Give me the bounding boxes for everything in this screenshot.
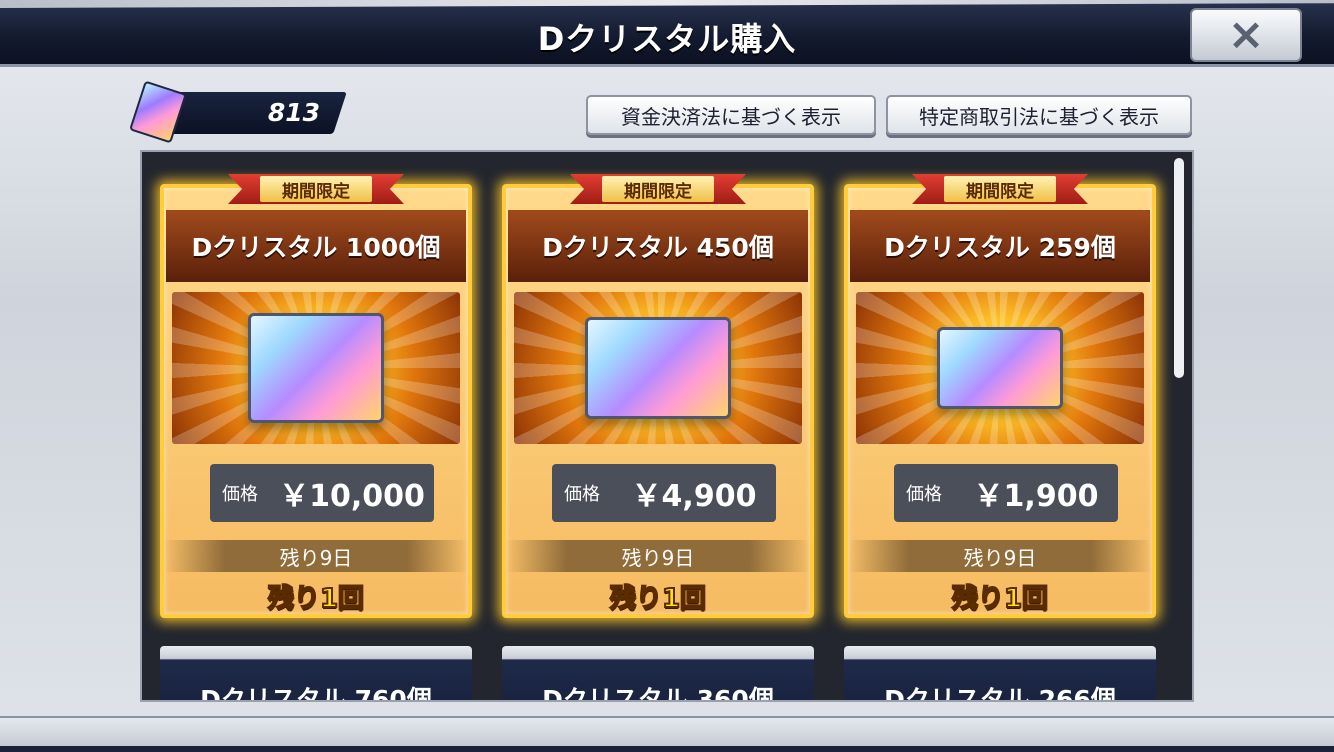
days-left: 残り9日	[164, 540, 468, 572]
crystal-chest-icon	[248, 313, 384, 423]
product-card[interactable]: 期間限定 Dクリスタル 450個 価格 ￥4,900 残り9日 残り1回	[502, 174, 814, 618]
header-bar: Dクリスタル購入	[0, 0, 1334, 67]
product-card[interactable]: 期間限定 Dクリスタル 1000個 価格 ￥10,000 残り9日 残り1回	[160, 174, 472, 618]
price-label: 価格	[222, 484, 258, 505]
product-card[interactable]: Dクリスタル 266個	[844, 646, 1156, 702]
product-title: Dクリスタル 450個	[508, 210, 808, 282]
price-box: 価格 ￥1,900	[894, 464, 1118, 522]
price-box: 価格 ￥10,000	[210, 464, 434, 522]
purchase-count-left: 残り1回	[609, 583, 707, 615]
limited-badge: 期間限定	[944, 176, 1056, 202]
payment-services-act-button[interactable]: 資金決済法に基づく表示	[586, 95, 876, 135]
crystal-count: 813	[267, 98, 320, 127]
price-value: ￥4,900	[631, 479, 757, 514]
crystal-bundle-image	[172, 292, 460, 444]
product-card[interactable]: 期間限定 Dクリスタル 259個 価格 ￥1,900 残り9日 残り1回	[844, 174, 1156, 618]
footer-bar	[0, 716, 1334, 752]
product-list-panel[interactable]: 期間限定 Dクリスタル 1000個 価格 ￥10,000 残り9日 残り1回 期…	[140, 150, 1194, 702]
days-left: 残り9日	[506, 540, 810, 572]
limited-badge: 期間限定	[260, 176, 372, 202]
price-label: 価格	[906, 484, 942, 505]
price-box: 価格 ￥4,900	[552, 464, 776, 522]
price-value: ￥10,000	[279, 479, 425, 514]
purchase-count-left: 残り1回	[951, 583, 1049, 615]
product-title: Dクリスタル 360個	[542, 685, 774, 702]
product-card[interactable]: Dクリスタル 360個	[502, 646, 814, 702]
price-label: 価格	[564, 484, 600, 505]
crystal-bundle-image	[514, 292, 802, 444]
scrollbar[interactable]	[1174, 158, 1184, 378]
close-button[interactable]: ×	[1190, 8, 1302, 62]
limited-badge: 期間限定	[602, 176, 714, 202]
purchase-count-left: 残り1回	[267, 583, 365, 615]
crystal-pile-icon	[937, 327, 1063, 409]
close-icon: ×	[1227, 9, 1265, 60]
days-left: 残り9日	[848, 540, 1152, 572]
price-value: ￥1,900	[973, 479, 1099, 514]
product-title: Dクリスタル 1000個	[166, 210, 466, 282]
specified-commercial-transactions-button[interactable]: 特定商取引法に基づく表示	[886, 95, 1192, 135]
product-title: Dクリスタル 760個	[200, 685, 432, 702]
page-title: Dクリスタル購入	[537, 20, 797, 58]
product-card[interactable]: Dクリスタル 760個	[160, 646, 472, 702]
crystal-icon	[129, 80, 187, 144]
crystal-bundle-image	[856, 292, 1144, 444]
crystal-box-icon	[585, 317, 731, 419]
product-title: Dクリスタル 266個	[884, 685, 1116, 702]
product-title: Dクリスタル 259個	[850, 210, 1150, 282]
